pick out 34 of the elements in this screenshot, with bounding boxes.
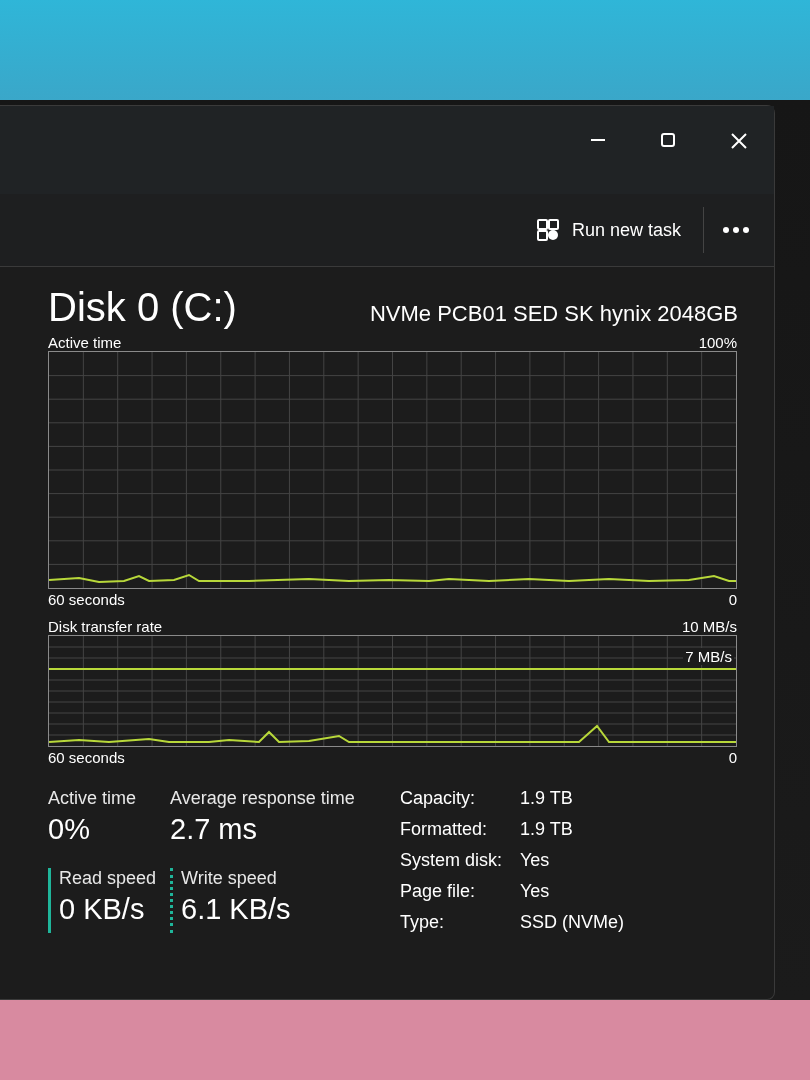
time-span-label: 60 seconds [48,749,125,766]
stat-label: Write speed [181,867,278,889]
property-label: Page file: [400,881,477,902]
maximize-icon[interactable] [660,132,676,148]
stat-label: Active time [48,788,138,809]
more-options-icon[interactable] [722,226,750,234]
property-value: Yes [520,881,551,902]
stat-label: Average response time [170,788,356,809]
graph-min-label: 0 [728,591,737,608]
graph-max-label: 10 MB/s [681,618,737,635]
property-value: Yes [520,850,551,871]
property-label: Formatted: [400,819,489,840]
disk-title: Disk 0 (C:) [48,285,237,330]
disk-model: NVMe PCB01 SED SK hynix 2048GB [369,301,738,327]
graph-min-label: 0 [728,749,737,766]
stat-label: Read speed [59,867,158,889]
graph-label: Active time [48,334,122,351]
property-value: SSD (NVMe) [520,912,624,933]
close-icon[interactable] [730,132,748,150]
threshold-label: 7 MB/s [683,648,734,665]
stat-value: 2.7 ms [170,813,259,846]
stat-value: 0 KB/s [59,892,146,926]
graph-max-label: 100% [698,334,737,351]
run-task-icon [535,218,560,242]
property-label: Type: [400,912,446,933]
stat-value: 0% [48,813,91,846]
property-value: 1.9 TB [520,819,574,840]
property-label: Capacity: [400,788,477,809]
time-span-label: 60 seconds [48,591,125,608]
run-new-task-button[interactable]: Run new task [531,212,685,248]
stat-value: 6.1 KB/s [181,892,292,926]
graph-label: Disk transfer rate [48,618,163,635]
property-label: System disk: [400,850,504,871]
property-value: 1.9 TB [520,788,574,809]
